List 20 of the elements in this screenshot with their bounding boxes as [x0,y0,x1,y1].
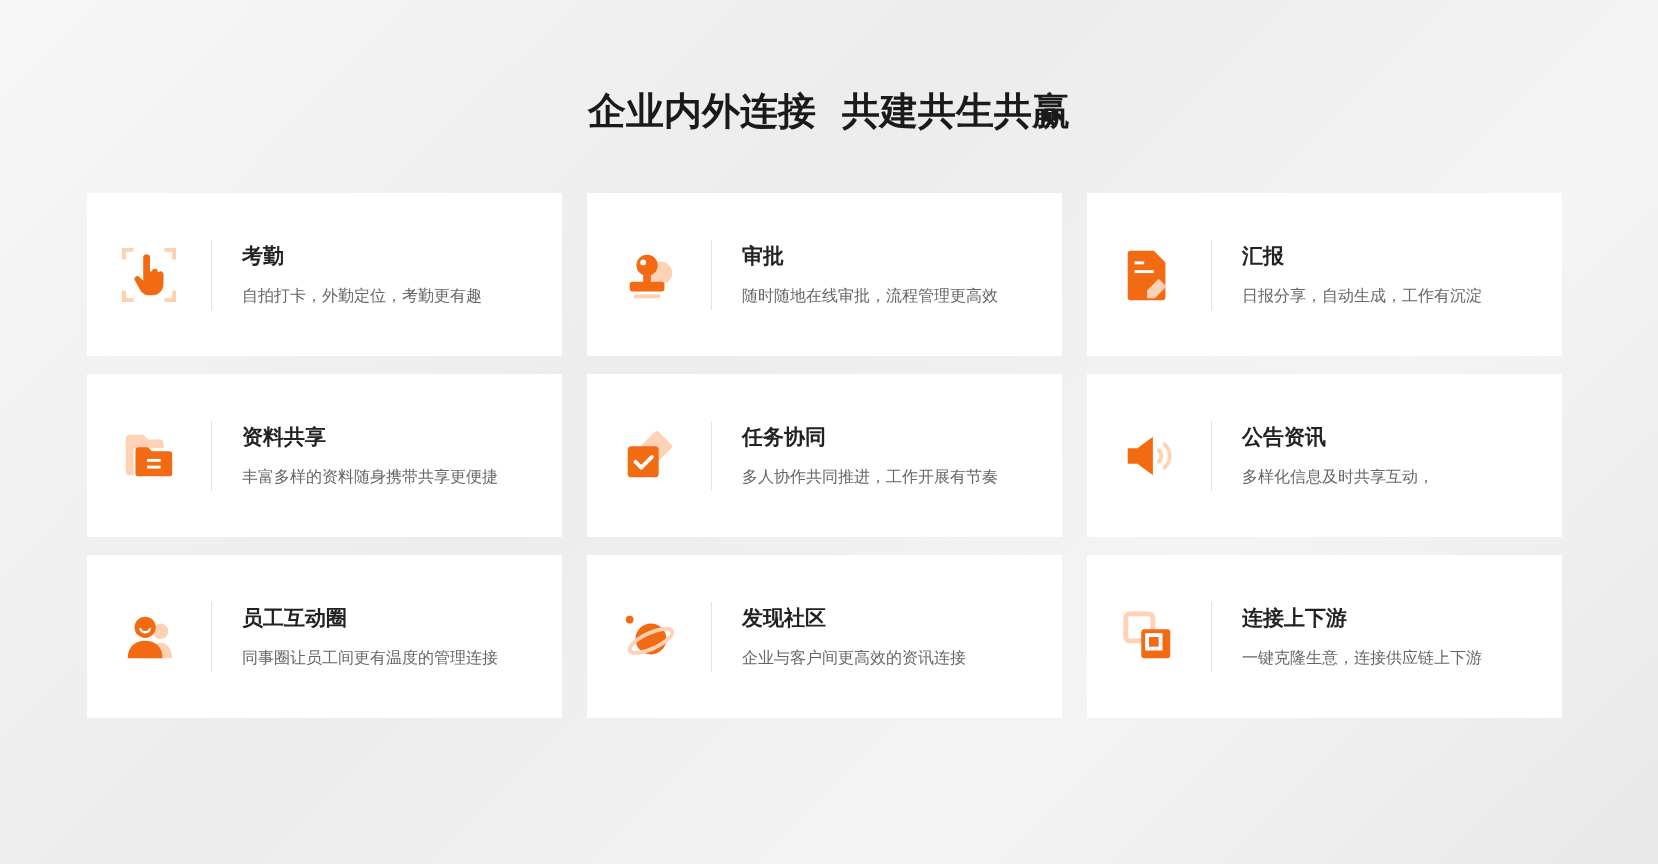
feature-description: 同事圈让员工间更有温度的管理连接 [242,648,498,669]
feature-description: 企业与客户间更高效的资讯连接 [742,648,966,669]
feature-description: 一键克隆生意，连接供应链上下游 [1242,648,1482,669]
feature-description: 多样化信息及时共享互动， [1242,467,1434,488]
tap-hand-icon [120,245,178,304]
feature-title: 员工互动圈 [242,605,348,632]
feature-title: 公告资讯 [1242,424,1327,451]
feature-description: 自拍打卡，外勤定位，考勤更有趣 [242,286,482,307]
feature-title: 汇报 [1242,243,1285,270]
feature-title: 任务协同 [742,424,827,451]
feature-title: 连接上下游 [1242,605,1348,632]
feature-description: 多人协作共同推进，工作开展有节奏 [742,467,998,488]
feature-title: 审批 [742,243,785,270]
feature-description: 丰富多样的资料随身携带共享更便捷 [242,467,498,488]
page-heading: 企业内外连接 共建共生共赢 [586,88,1072,135]
feature-title: 发现社区 [742,605,827,632]
feature-title: 资料共享 [242,424,327,451]
feature-description: 日报分享，自动生成，工作有沉淀 [1242,286,1482,307]
feature-title: 考勤 [242,243,285,270]
feature-description: 随时随地在线审批，流程管理更高效 [742,286,998,307]
